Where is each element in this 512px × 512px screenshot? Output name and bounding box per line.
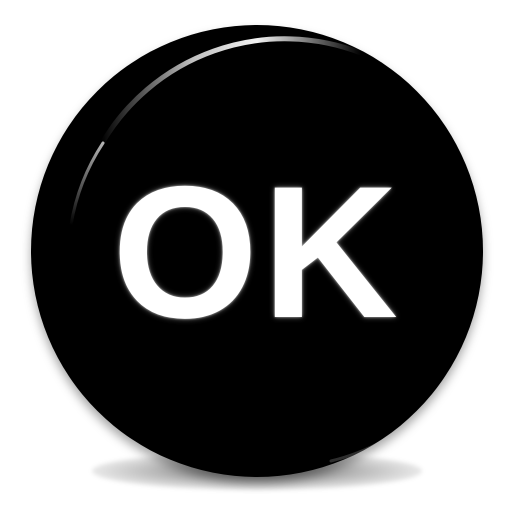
ok-button[interactable]: OK [31, 25, 483, 477]
ok-label: OK [112, 147, 402, 357]
ok-button-graphic: OK [0, 0, 512, 512]
